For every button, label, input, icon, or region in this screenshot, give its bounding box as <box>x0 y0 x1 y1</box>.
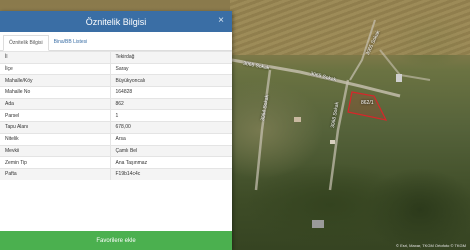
row-key: Zemin Tip <box>0 156 111 169</box>
row-value: Çamlı Bel <box>110 144 232 157</box>
panel-title: Öznitelik Bilgisi <box>85 16 147 27</box>
building <box>396 74 402 82</box>
road-east <box>379 49 431 81</box>
building <box>312 220 324 228</box>
row-value: Saray <box>110 62 232 75</box>
table-row: Tapu Alanı 678,00 <box>0 121 232 134</box>
table-row: Mevkii Çamlı Bel <box>0 144 232 157</box>
row-key: Ada <box>0 97 111 110</box>
row-key: Mahalle No <box>0 86 111 99</box>
row-key: Mahalle/Köy <box>0 74 111 87</box>
row-value: 1 <box>110 109 232 122</box>
close-icon[interactable]: × <box>218 15 224 26</box>
road-3064 <box>254 69 272 191</box>
table-row: Ada 862 <box>0 97 232 110</box>
row-value: F19b14c4c <box>110 167 232 181</box>
row-value: Tekirdağ <box>110 51 232 64</box>
parcel-outline <box>347 91 388 121</box>
table-row: Parsel 1 <box>0 109 232 122</box>
table-row: Pafta F19b14c4c <box>0 167 232 181</box>
table-row: İl Tekirdağ <box>0 51 232 64</box>
row-value: Büyükyoncalı <box>110 74 232 87</box>
row-key: İlçe <box>0 62 111 75</box>
building <box>330 140 335 144</box>
row-value: Ana Taşınmaz <box>110 156 232 169</box>
row-key: Mevkii <box>0 144 111 157</box>
tab-bar: Öznitelik Bilgisi Bina/BB Listesi <box>0 32 232 51</box>
building <box>294 117 301 122</box>
row-value: 862 <box>110 97 232 110</box>
tab-building-list[interactable]: Bina/BB Listesi <box>49 34 93 50</box>
table-row: Mahalle/Köy Büyükyoncalı <box>0 74 232 87</box>
parcel-label: 862/1 <box>361 100 374 106</box>
row-key: Tapu Alanı <box>0 121 111 134</box>
row-key: İl <box>0 51 111 64</box>
row-value: 678,00 <box>110 121 232 134</box>
road-3068 <box>328 79 350 191</box>
map-attribution: © Esri, Maxar, TKGM Ortofoto © TKGM <box>396 243 466 248</box>
row-key: Pafta <box>0 167 111 181</box>
table-row: Nitelik Arsa <box>0 132 232 145</box>
tab-attributes[interactable]: Öznitelik Bilgisi <box>3 35 49 51</box>
row-key: Parsel <box>0 109 111 122</box>
table-row: İlçe Saray <box>0 62 232 75</box>
table-row: Mahalle No 164828 <box>0 86 232 99</box>
add-to-favorites-button[interactable]: Favorilere ekle <box>0 231 232 250</box>
panel-header: Öznitelik Bilgisi × <box>0 11 232 32</box>
attribute-panel: Öznitelik Bilgisi × Öznitelik Bilgisi Bi… <box>0 11 232 250</box>
row-value: Arsa <box>110 132 232 145</box>
attribute-table: İl Tekirdağ İlçe Saray Mahalle/Köy Büyükyon… <box>0 51 232 181</box>
table-row: Zemin Tip Ana Taşınmaz <box>0 156 232 169</box>
row-value: 164828 <box>110 86 232 99</box>
row-key: Nitelik <box>0 132 111 145</box>
